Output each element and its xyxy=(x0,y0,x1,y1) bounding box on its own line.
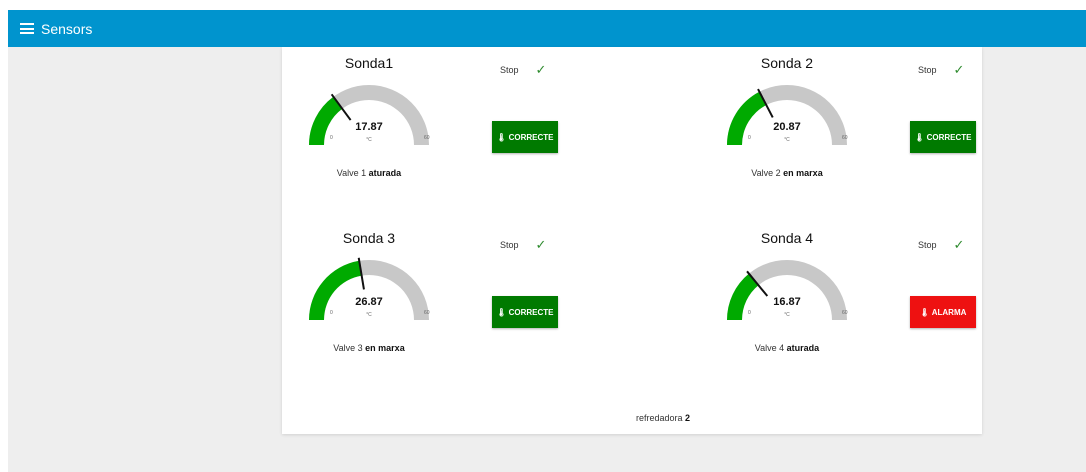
gauge-unit: °C xyxy=(366,312,372,318)
top-toolbar: Sensors xyxy=(8,10,1086,47)
check-icon: ✓ xyxy=(953,237,965,252)
gauge-max-label: 60 xyxy=(842,135,848,141)
refredadora-value: 2 xyxy=(685,413,691,423)
stop-indicator-3: Stop ✓ xyxy=(500,237,570,253)
status-label: CORRECTE xyxy=(508,307,554,317)
valve-status-2: Valve 2 en marxa xyxy=(687,168,887,178)
gauge-title: Sonda 2 xyxy=(760,55,814,71)
status-button-1[interactable]: 🌡 CORRECTE xyxy=(492,121,558,153)
gauge-value: 20.87 xyxy=(773,121,801,133)
status-label: CORRECTE xyxy=(508,132,554,142)
gauge-value: 16.87 xyxy=(773,296,801,308)
stop-label: Stop xyxy=(500,240,519,250)
check-icon: ✓ xyxy=(953,62,965,77)
valve-label: Valve 2 xyxy=(751,168,781,178)
valve-state: aturada xyxy=(786,343,820,353)
hamburger-menu-icon[interactable] xyxy=(20,23,34,34)
gauge-title: Sonda1 xyxy=(344,55,394,71)
gauge-value: 26.87 xyxy=(355,296,383,308)
valve-label: Valve 4 xyxy=(754,343,785,353)
stop-indicator-4: Stop ✓ xyxy=(918,237,988,253)
thermometer-icon: 🌡 xyxy=(496,307,507,317)
gauge-max-label: 60 xyxy=(842,310,848,316)
refredadora-label: refredadora xyxy=(635,413,683,423)
valve-label: Valve 1 xyxy=(336,168,367,178)
sensors-panel: Sonda1 17.87 °C 0 60 Stop ✓ 🌡 CORRECTE V… xyxy=(282,47,982,434)
stop-indicator-2: Stop ✓ xyxy=(918,62,988,78)
status-button-3[interactable]: 🌡 CORRECTE xyxy=(492,296,558,328)
thermometer-icon: 🌡 xyxy=(496,132,507,142)
gauge-dial xyxy=(727,260,847,320)
valve-status-1: Valve 1 aturada xyxy=(269,168,469,178)
status-button-4[interactable]: 🌡 ALARMA xyxy=(910,296,976,328)
valve-status-3: Valve 3 en marxa xyxy=(269,343,469,353)
gauge-max-label: 60 xyxy=(424,310,430,316)
gauge-min-label: 0 xyxy=(748,135,751,141)
stop-label: Stop xyxy=(918,65,937,75)
thermometer-icon: 🌡 xyxy=(919,307,930,317)
gauge-max-label: 60 xyxy=(424,135,430,141)
valve-state: en marxa xyxy=(783,168,823,178)
gauge-dial xyxy=(309,85,429,145)
gauge-unit: °C xyxy=(366,137,372,143)
gauge-unit: °C xyxy=(784,312,790,318)
stop-label: Stop xyxy=(918,240,937,250)
thermometer-icon: 🌡 xyxy=(914,132,925,142)
status-button-2[interactable]: 🌡 CORRECTE xyxy=(910,121,976,153)
gauge-dial xyxy=(309,257,429,320)
gauge-unit: °C xyxy=(784,137,790,143)
refredadora-status: refredadora 2 xyxy=(563,413,763,423)
valve-state: en marxa xyxy=(365,343,405,353)
gauge-min-label: 0 xyxy=(748,310,751,316)
page-title: Sensors xyxy=(41,20,93,37)
valve-status-4: Valve 4 aturada xyxy=(687,343,887,353)
status-label: CORRECTE xyxy=(926,132,972,142)
gauge-title: Sonda 3 xyxy=(342,230,396,246)
gauge-min-label: 0 xyxy=(330,135,333,141)
stop-label: Stop xyxy=(500,65,519,75)
status-label: ALARMA xyxy=(931,307,967,317)
valve-state: aturada xyxy=(368,168,402,178)
stop-indicator-1: Stop ✓ xyxy=(500,62,570,78)
check-icon: ✓ xyxy=(535,237,547,252)
gauge-value: 17.87 xyxy=(355,121,383,133)
gauge-dial xyxy=(727,85,847,145)
check-icon: ✓ xyxy=(535,62,547,77)
gauge-min-label: 0 xyxy=(330,310,333,316)
gauge-title: Sonda 4 xyxy=(760,230,814,246)
valve-label: Valve 3 xyxy=(333,343,363,353)
